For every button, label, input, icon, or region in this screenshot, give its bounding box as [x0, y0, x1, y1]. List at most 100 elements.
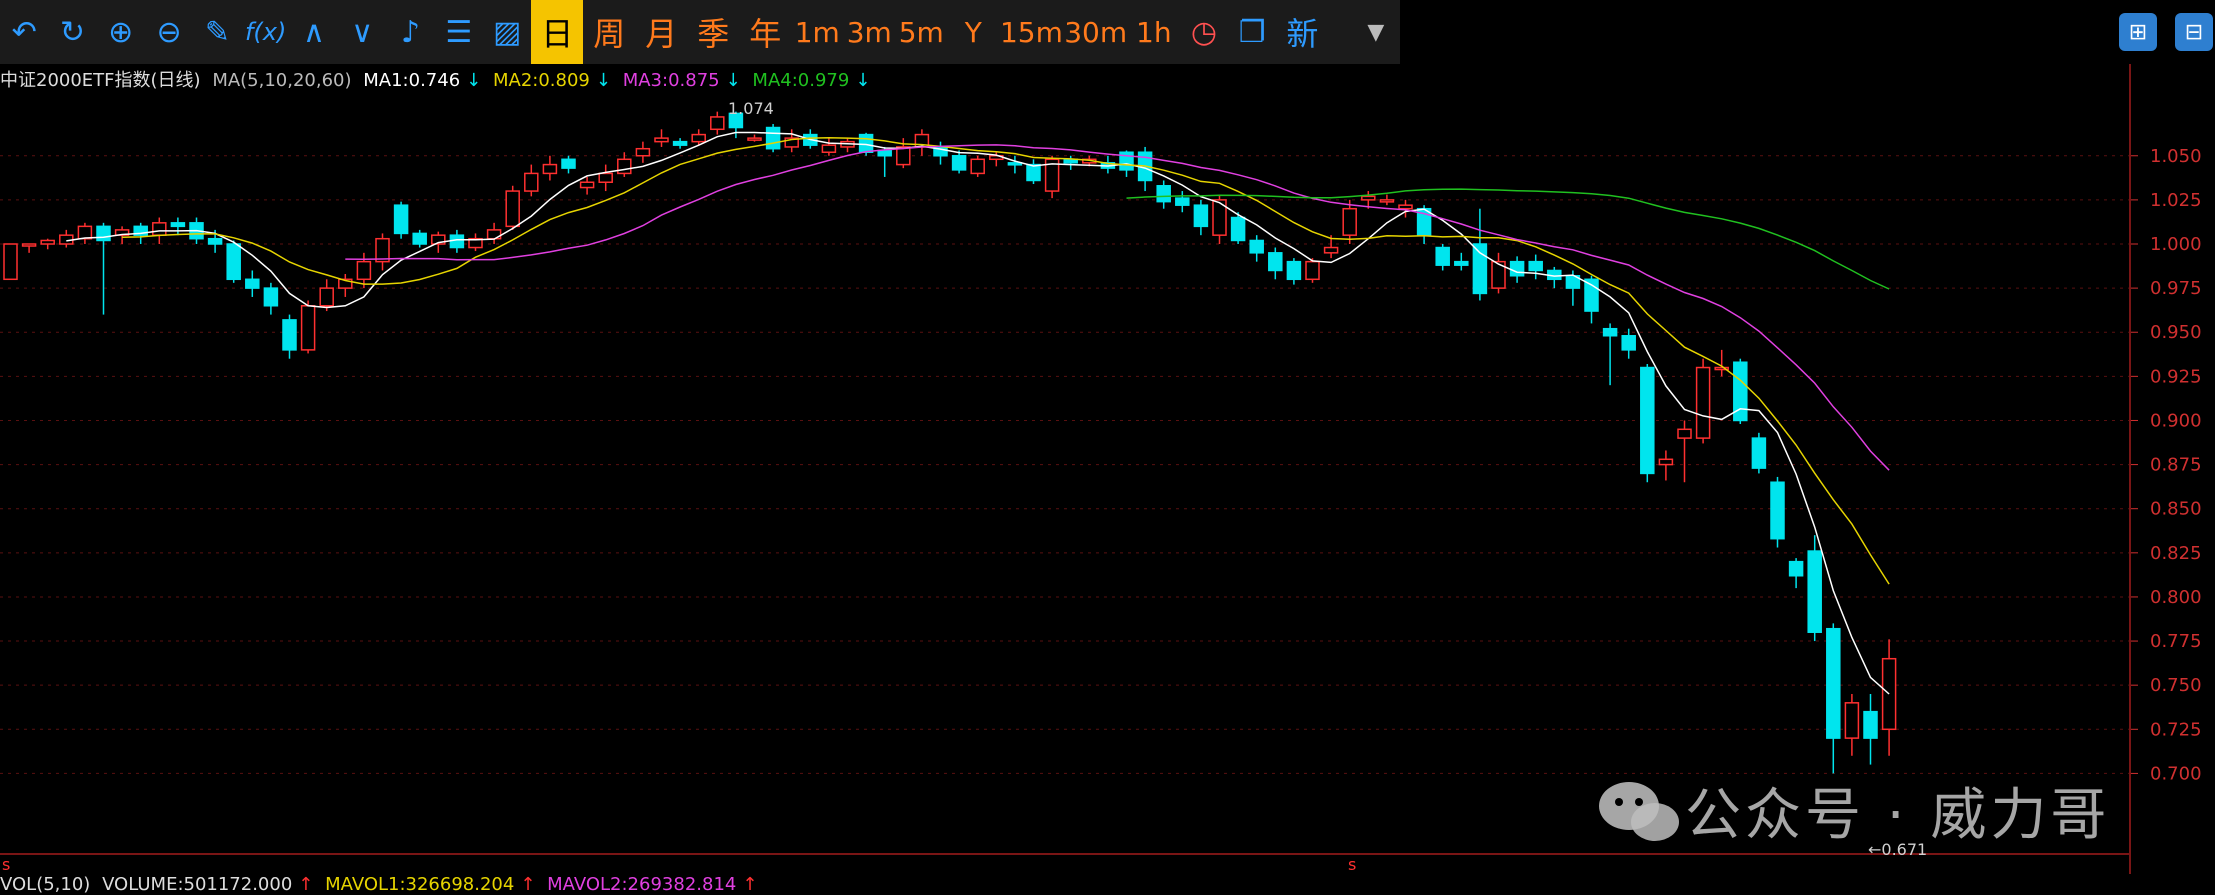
down-arrow-icon: ↓: [725, 70, 741, 91]
candle-up: [635, 147, 651, 157]
period-1h[interactable]: 1h: [1128, 0, 1180, 64]
y-tick-label: 0.725: [2150, 719, 2202, 740]
candle-down: [1175, 197, 1190, 206]
candle-up: [21, 243, 37, 247]
period-quarter[interactable]: 季: [687, 0, 739, 64]
period-5m[interactable]: 5m: [895, 0, 947, 64]
candle-down: [765, 126, 781, 150]
period-y[interactable]: Y: [947, 0, 999, 64]
right-toolbar: ⊞ ⊟: [2110, 0, 2215, 64]
y-tick-label: 0.900: [2150, 410, 2202, 431]
candle-down: [1621, 335, 1636, 351]
y-tick-label: 1.050: [2150, 146, 2202, 167]
clock-icon[interactable]: ◷: [1180, 0, 1228, 64]
candle-down: [1640, 366, 1655, 475]
down-icon[interactable]: ∨: [338, 0, 386, 64]
candle-up: [319, 287, 334, 307]
candle-up: [524, 172, 539, 192]
draw-icon[interactable]: ✎: [193, 0, 241, 64]
up-arrow-icon: ↑: [520, 874, 536, 895]
candle-down: [1026, 163, 1041, 182]
ma-params: MA(5,10,20,60): [212, 70, 352, 91]
undo-icon[interactable]: ↶: [0, 0, 48, 64]
ma1-line: [66, 131, 1890, 695]
candle-down: [672, 140, 688, 146]
zoom-out-icon[interactable]: ⊖: [145, 0, 193, 64]
candle-down: [1007, 162, 1023, 166]
period-15m[interactable]: 15m: [999, 0, 1063, 64]
candle-up: [1342, 207, 1357, 236]
period-day[interactable]: 日: [531, 0, 584, 64]
candle-up: [654, 137, 669, 143]
flag-left: s: [2, 855, 10, 874]
candle-up: [1398, 204, 1413, 210]
ma-lines: [66, 131, 1890, 695]
period-30m[interactable]: 30m: [1064, 0, 1128, 64]
candle-down: [1807, 550, 1822, 633]
y-tick-label: 1.025: [2150, 190, 2202, 211]
candle-down: [1193, 204, 1209, 228]
y-tick-label: 0.975: [2150, 278, 2202, 299]
candle-up: [1844, 702, 1860, 739]
candle-down: [226, 243, 241, 281]
y-tick-label: 0.800: [2150, 587, 2202, 608]
candles: [3, 111, 1897, 774]
side-button[interactable]: ⊟: [2166, 0, 2215, 64]
candle-up: [1677, 428, 1692, 439]
dropdown-icon[interactable]: ▼: [1352, 0, 1400, 64]
candle-down: [1826, 627, 1841, 739]
ma1-value: MA1:0.746: [363, 70, 461, 91]
period-3m[interactable]: 3m: [843, 0, 895, 64]
y-tick-label: 0.825: [2150, 543, 2202, 564]
candle-down: [96, 225, 111, 242]
candle-down: [1770, 481, 1785, 540]
candle-down: [1435, 246, 1450, 266]
volume-legend: VOL(5,10) VOLUME:501172.000 ↑ MAVOL1:3266…: [0, 874, 763, 895]
formula-icon[interactable]: f(x): [241, 0, 289, 64]
ma4-value: MA4:0.979: [752, 70, 850, 91]
candle-down: [412, 232, 427, 245]
candle-up: [300, 305, 316, 351]
up-arrow-icon: ↑: [298, 874, 314, 895]
candle-down: [877, 149, 892, 157]
candle-up: [77, 225, 93, 240]
period-month[interactable]: 月: [635, 0, 687, 64]
period-year[interactable]: 年: [739, 0, 791, 64]
up-icon[interactable]: ∧: [290, 0, 338, 64]
candle-up: [970, 158, 985, 175]
vol-label: VOL(5,10): [0, 874, 91, 895]
basket-button[interactable]: ⊞: [2110, 0, 2166, 64]
window-icon[interactable]: ❐: [1228, 0, 1276, 64]
y-tick-label: 0.750: [2150, 675, 2202, 696]
candle-down: [1156, 185, 1171, 203]
y-tick-label: 1.000: [2150, 234, 2202, 255]
ma3-line: [345, 144, 1890, 471]
candle-up: [598, 172, 613, 183]
candle-up: [1379, 199, 1395, 203]
candle-down: [1249, 239, 1264, 254]
ma2-value: MA2:0.809: [492, 70, 590, 91]
period-1m[interactable]: 1m: [791, 0, 843, 64]
zoom-in-icon[interactable]: ⊕: [97, 0, 145, 64]
candle-up: [1361, 195, 1376, 201]
candle-down: [1788, 560, 1804, 577]
alert-icon[interactable]: ♪: [386, 0, 434, 64]
chart-icon[interactable]: ▨: [483, 0, 531, 64]
wechat-icon: [1599, 781, 1679, 841]
up-arrow-icon: ↑: [742, 874, 758, 895]
y-tick-label: 0.700: [2150, 763, 2202, 784]
candle-up: [579, 181, 595, 189]
ma3-value: MA3:0.875: [622, 70, 720, 91]
kline-chart[interactable]: 1.050 1.025 1.000 0.975 0.950 0.925 0.900 0.875…: [0, 64, 2215, 874]
mavol1-value: MAVOL1:326698.204: [325, 874, 515, 895]
new-button[interactable]: 新: [1276, 0, 1328, 64]
refresh-icon[interactable]: ↻: [48, 0, 96, 64]
period-week[interactable]: 周: [583, 0, 635, 64]
candle-up: [1658, 458, 1674, 466]
candle-up: [821, 144, 837, 153]
candle-up: [505, 190, 520, 228]
layout-icon[interactable]: ☰: [435, 0, 483, 64]
candle-up: [1305, 260, 1320, 281]
candle-up: [747, 137, 762, 141]
candle-down: [449, 234, 465, 249]
